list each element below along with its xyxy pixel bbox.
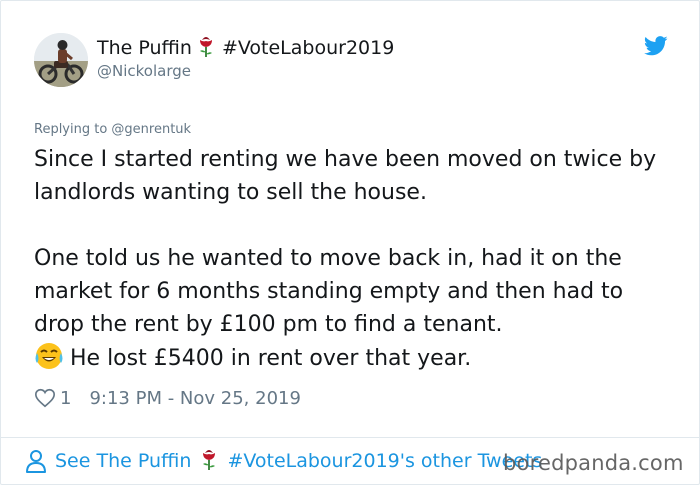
- avatar-motorcyclist-icon: [34, 33, 88, 87]
- tweet-paragraph-3: He lost £5400 in rent over that year.: [70, 346, 472, 371]
- rose-icon: [199, 447, 219, 476]
- tweet-text: Since I started renting we have been mov…: [34, 143, 674, 375]
- tweet-meta: 1 9:13 PM - Nov 25, 2019: [34, 386, 301, 410]
- tweet-paragraph-2: One told us he wanted to move back in, h…: [34, 242, 674, 375]
- author-name[interactable]: The Puffin: [97, 37, 192, 59]
- footer-divider: [1, 437, 699, 438]
- twitter-bird-icon[interactable]: [644, 36, 668, 56]
- see-other-tweets-link[interactable]: See The Puffin #VoteLabour2019's other Tw…: [25, 448, 542, 474]
- face-with-tears-of-joy-icon: [34, 341, 64, 371]
- like-count[interactable]: 1: [60, 388, 71, 409]
- author-hashtag[interactable]: #VoteLabour2019: [222, 37, 394, 59]
- author-handle[interactable]: @Nickolarge: [97, 61, 191, 81]
- heart-icon[interactable]: [34, 387, 56, 409]
- footer-prefix[interactable]: See The Puffin: [55, 450, 191, 472]
- tweet-timestamp[interactable]: 9:13 PM - Nov 25, 2019: [89, 388, 300, 409]
- replying-to[interactable]: Replying to @genrentuk: [34, 121, 191, 139]
- tweet-paragraph-1: Since I started renting we have been mov…: [34, 147, 657, 205]
- footer-suffix[interactable]: #VoteLabour2019's other Tweets: [227, 450, 542, 472]
- tweet-paragraph-2-text: One told us he wanted to move back in, h…: [34, 246, 624, 337]
- watermark: boredpanda.com: [503, 451, 684, 475]
- person-icon: [26, 450, 46, 473]
- rose-icon: [196, 34, 216, 65]
- avatar[interactable]: [34, 33, 88, 87]
- tweet-card: The Puffin #VoteLabour2019 @Nickolarge Re…: [0, 0, 700, 485]
